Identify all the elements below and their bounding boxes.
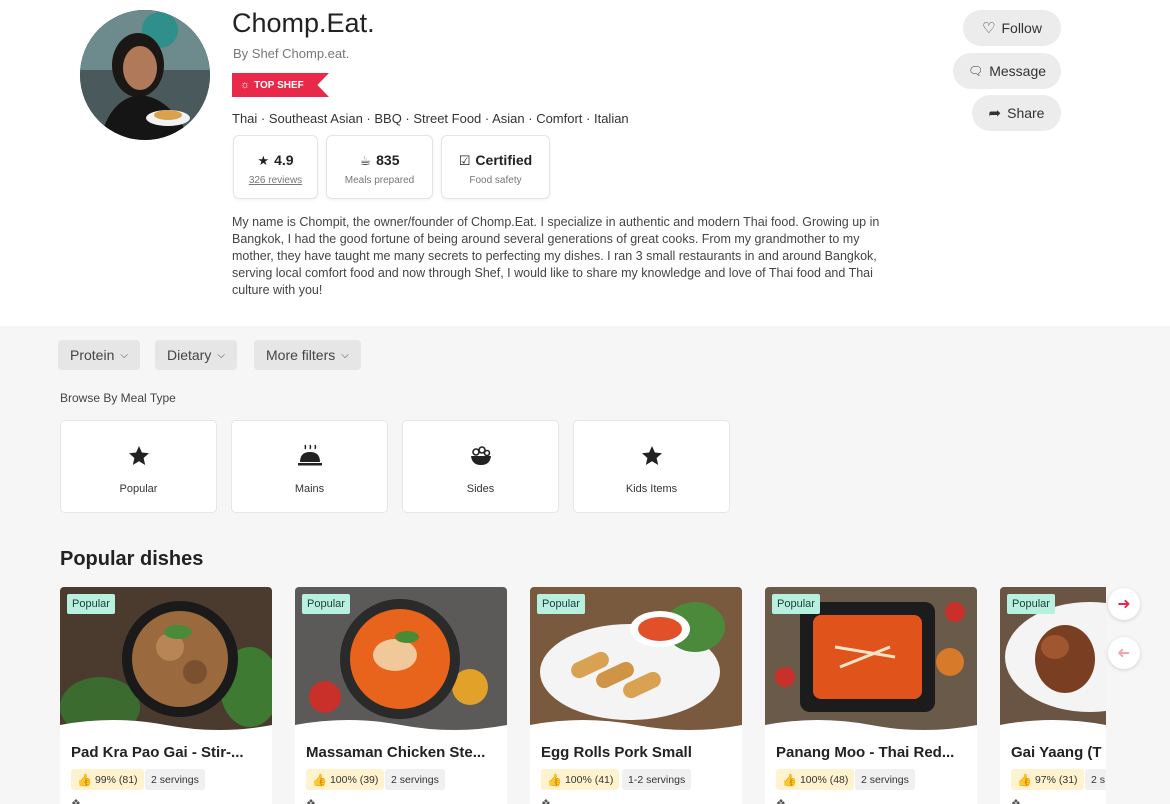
meal-type-mains[interactable]: Mains [231,420,388,513]
share-arrow-icon: ➦ [988,105,1002,122]
carousel-next-button[interactable]: ➜ [1108,588,1140,620]
tag-icon: ❖ [776,798,786,804]
dish-card[interactable]: Popular Egg Rolls Pork Small 👍 100% (41) … [530,587,742,804]
bowl-icon: ☕ [359,153,372,168]
tag-icon: ❖ [541,798,551,804]
chevron-down-icon: ⌵ [217,349,225,361]
heart-icon: ♡ [982,20,996,37]
popular-tag: Popular [302,594,350,614]
dish-rating: 👍 100% (39) [306,769,385,790]
stat-meals-value: 835 [376,152,400,168]
dish-name: Pad Kra Pao Gai - Stir-... [71,744,244,761]
dish-card[interactable]: Popular Panang Moo - Thai Red... 👍 100% (… [765,587,977,804]
dish-rating: 👍 97% (31) [1011,769,1084,790]
dish-rating-value: 100% (39) [329,773,379,786]
meal-type-label: Popular [119,483,158,495]
dish-name: Panang Moo - Thai Red... [776,744,955,761]
dish-rating-value: 100% (48) [799,773,849,786]
thumbs-up-icon: 👍 [312,772,327,787]
stat-rating: ★ 4.9 326 reviews [233,135,318,199]
dish-rating: 👍 99% (81) [71,769,144,790]
thumbs-up-icon: 👍 [1017,772,1032,787]
dish-rating-value: 97% (31) [1034,773,1078,786]
dish-name: Egg Rolls Pork Small [541,744,692,761]
meal-type-label: Kids Items [625,483,678,495]
arrow-right-icon: ➜ [1117,596,1131,613]
popular-tag: Popular [772,594,820,614]
tag-icon: ❖ [71,798,81,804]
filter-dietary[interactable]: Dietary ⌵ [155,340,237,370]
meal-type-kids-items[interactable]: Kids Items [573,420,730,513]
stat-certified-label: Food safety [469,175,522,186]
dish-servings: 2 servings [145,769,205,790]
cuisine-list: Thai · Southeast Asian · BBQ · Street Fo… [232,111,629,126]
dish-servings: 1-2 servings [622,769,692,790]
popular-tag: Popular [537,594,585,614]
follow-button[interactable]: ♡ Follow [963,10,1061,46]
star-icon [641,446,662,465]
browse-meal-type-label: Browse By Meal Type [60,391,176,405]
dish-card[interactable]: Popular Gai Yaang (T 👍 97% (31) 2 s ❖ [1000,587,1106,804]
popular-dishes-carousel: Popular Pad Kra Pao Gai - Stir-... 👍 99% … [0,587,1106,804]
meal-type-label: Sides [466,483,495,495]
stat-rating-value: 4.9 [274,152,294,168]
share-label: Share [1007,105,1045,121]
meal-type-sides[interactable]: Sides [402,420,559,513]
filter-more[interactable]: More filters ⌵ [254,340,361,370]
badge-label: TOP SHEF [254,79,304,91]
dish-name: Massaman Chicken Ste... [306,744,486,761]
reviews-link[interactable]: 326 reviews [234,175,317,186]
popular-dishes-title: Popular dishes [60,548,204,570]
tag-icon: ❖ [1011,798,1021,804]
stat-meals: ☕ 835 Meals prepared [326,135,433,199]
filter-dietary-label: Dietary [167,347,212,363]
chevron-down-icon: ⌵ [120,349,128,361]
filter-more-label: More filters [266,347,336,363]
dish-servings: 2 servings [855,769,915,790]
chef-by-line: By Shef Chomp.eat. [233,46,350,61]
chef-avatar [80,10,210,140]
message-label: Message [989,63,1047,79]
popular-tag: Popular [1007,594,1055,614]
message-button[interactable]: 🗨 Message [953,53,1061,89]
thumbs-up-icon: 👍 [782,772,797,787]
star-icon [128,446,149,465]
popular-tag: Popular [67,594,115,614]
dish-rating-value: 100% (41) [564,773,614,786]
thumbs-up-icon: 👍 [77,772,92,787]
shield-check-icon: ☑ [458,153,471,168]
stat-certified: ☑ Certified Food safety [441,135,550,199]
dish-rating: 👍 100% (41) [541,769,620,790]
dish-rating: 👍 100% (48) [776,769,855,790]
dish-card[interactable]: Popular Pad Kra Pao Gai - Stir-... 👍 99% … [60,587,272,804]
filter-protein-label: Protein [70,347,115,363]
cloche-icon [297,444,322,466]
stat-meals-label: Meals prepared [344,175,415,186]
side-bowl-icon [470,446,491,465]
arrow-left-icon: ➜ [1117,645,1131,662]
top-shef-badge: ☼ TOP SHEF [232,73,329,97]
share-button[interactable]: ➦ Share [972,95,1061,131]
carousel-prev-button[interactable]: ➜ [1108,637,1140,669]
dish-servings: 2 s [1085,769,1106,790]
chef-hat-icon: ☼ [240,79,251,91]
stat-certified-value: Certified [475,152,533,168]
dish-name: Gai Yaang (T [1011,744,1102,761]
chef-about-text: My name is Chompit, the owner/founder of… [232,215,880,297]
meal-type-popular[interactable]: Popular [60,420,217,513]
tag-icon: ❖ [306,798,316,804]
chevron-down-icon: ⌵ [341,349,349,361]
dish-rating-value: 99% (81) [94,773,138,786]
star-icon: ★ [257,153,270,168]
chef-profile-header: Chomp.Eat. By Shef Chomp.eat. ☼ TOP SHEF… [0,0,1170,326]
chat-bubble-icon: 🗨 [967,64,984,78]
dish-card[interactable]: Popular Massaman Chicken Ste... 👍 100% (3… [295,587,507,804]
follow-label: Follow [1001,20,1042,36]
meal-type-label: Mains [294,483,325,495]
dish-servings: 2 servings [385,769,445,790]
chef-name: Chomp.Eat. [232,8,375,38]
filter-protein[interactable]: Protein ⌵ [58,340,140,370]
thumbs-up-icon: 👍 [547,772,562,787]
